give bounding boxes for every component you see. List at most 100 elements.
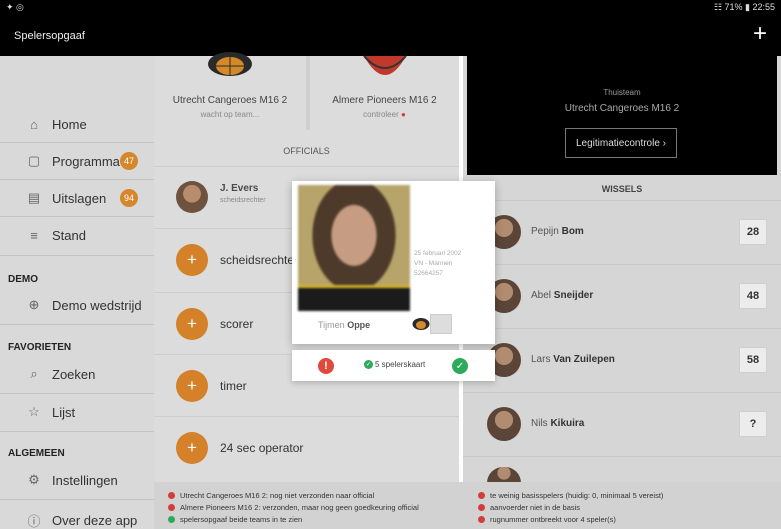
jersey-number[interactable]: 28 bbox=[739, 219, 767, 245]
player-shirt bbox=[298, 285, 410, 311]
message-text: aanvoerder niet in de basis bbox=[490, 503, 581, 512]
jersey-number[interactable]: 58 bbox=[739, 347, 767, 373]
list-item[interactable]: Abel Sneijder 48 bbox=[463, 264, 781, 327]
player-last-name: Bom bbox=[561, 226, 584, 237]
team-column: Thuisteam Utrecht Cangeroes M16 2 Legiti… bbox=[463, 56, 781, 529]
away-team-status-label: controleer bbox=[363, 110, 399, 119]
player-name: Lars Van Zuilepen bbox=[531, 354, 615, 365]
avatar bbox=[487, 407, 521, 441]
add-icon[interactable]: + bbox=[176, 244, 208, 276]
sidebar-item-stand[interactable]: ≡ Stand bbox=[0, 217, 154, 253]
reject-button[interactable]: ! bbox=[318, 358, 334, 374]
add-button[interactable]: + bbox=[753, 22, 767, 46]
status-bar: ✦ ◎ ☷ 71% ▮ 22:55 bbox=[0, 0, 781, 14]
player-last-name: Van Zuilepen bbox=[553, 354, 615, 365]
club-logo-icon bbox=[412, 318, 430, 330]
message-text: rugnummer ontbreekt voor 4 speler(s) bbox=[490, 515, 616, 524]
sidebar-item-zoeken[interactable]: ⌕ Zoeken bbox=[0, 356, 154, 392]
official-slot-label: 24 sec operator bbox=[220, 441, 304, 455]
id-check-button[interactable]: Legitimatiecontrole › bbox=[565, 128, 677, 158]
home-team-status: wacht op team... bbox=[200, 110, 260, 119]
substitutes-heading: WISSELS bbox=[601, 184, 643, 194]
info-icon: ⓘ bbox=[27, 513, 41, 529]
sidebar-item-home[interactable]: ⌂ Home bbox=[0, 106, 154, 142]
count-badge: 47 bbox=[120, 152, 138, 170]
validation-message: Utrecht Cangeroes M16 2: nog niet verzon… bbox=[168, 491, 374, 500]
validation-message: aanvoerder niet in de basis bbox=[478, 503, 580, 512]
section-favorites: FAVORIETEN bbox=[8, 342, 72, 353]
message-text: spelersopgaaf beide teams in te zien bbox=[180, 515, 303, 524]
list-item[interactable]: Nils Kikuira ? bbox=[463, 392, 781, 455]
add-circle-icon: ⊕ bbox=[28, 297, 40, 312]
message-text: Almere Pioneers M16 2: verzonden, maar n… bbox=[180, 503, 419, 512]
sidebar-item-label: Stand bbox=[52, 227, 86, 243]
away-team-card[interactable]: Almere Pioneers M16 2 controleer ● bbox=[310, 55, 459, 130]
official-row-24sec[interactable]: + 24 sec operator bbox=[154, 416, 459, 478]
sidebar-item-label: Instellingen bbox=[52, 472, 118, 488]
player-last-name: Sneijder bbox=[553, 290, 594, 301]
add-icon[interactable]: + bbox=[176, 308, 208, 340]
away-team-logo bbox=[363, 55, 407, 75]
list-item[interactable]: Lars Van Zuilepen 58 bbox=[463, 328, 781, 391]
validation-message: te weinig basisspelers (huidig: 0, minim… bbox=[478, 491, 663, 500]
official-slot-label: scorer bbox=[220, 317, 254, 331]
page-title: Spelersopgaaf bbox=[14, 30, 85, 42]
player-card-actions: ! ✓ 5 spelerskaart ✓ bbox=[292, 350, 495, 381]
jersey-number[interactable]: ? bbox=[739, 411, 767, 437]
add-icon[interactable]: + bbox=[176, 370, 208, 402]
sidebar-item-label: Programma bbox=[52, 153, 120, 169]
home-team-card[interactable]: Utrecht Cangeroes M16 2 wacht op team... bbox=[154, 52, 306, 130]
player-first-name: Nils bbox=[531, 418, 548, 429]
official-slot-label: scheidsrechter bbox=[220, 253, 299, 267]
sidebar-item-demo[interactable]: ⊕ Demo wedstrijd bbox=[0, 287, 154, 323]
sidebar-item-label: Lijst bbox=[52, 404, 76, 420]
official-slot-label: timer bbox=[220, 379, 247, 393]
sidebar-item-instellingen[interactable]: ⚙ Instellingen bbox=[0, 462, 154, 498]
home-team-panel: Thuisteam Utrecht Cangeroes M16 2 Legiti… bbox=[467, 56, 777, 175]
error-icon bbox=[168, 504, 175, 511]
sidebar: ⌂ Home ▢ Programma 47 ▤ Uitslagen 94 ≡ S… bbox=[0, 56, 154, 529]
extra-photo-slot[interactable] bbox=[430, 314, 452, 334]
message-text: Utrecht Cangeroes M16 2: nog niet verzon… bbox=[180, 491, 375, 500]
away-team-name: Almere Pioneers M16 2 bbox=[332, 95, 437, 106]
search-icon: ⌕ bbox=[30, 366, 38, 381]
player-license: 52664257 bbox=[414, 270, 443, 277]
officials-heading: OFFICIALS bbox=[283, 146, 330, 156]
sidebar-item-programma[interactable]: ▢ Programma 47 bbox=[0, 143, 154, 179]
home-team-name: Utrecht Cangeroes M16 2 bbox=[172, 95, 288, 106]
sidebar-item-label: Zoeken bbox=[52, 366, 96, 382]
section-demo: DEMO bbox=[8, 274, 38, 285]
player-name: Nils Kikuira bbox=[531, 418, 584, 429]
sidebar-item-over[interactable]: ⓘ Over deze app bbox=[0, 502, 154, 529]
card-status: ✓ 5 spelerskaart bbox=[364, 360, 425, 369]
add-icon[interactable]: + bbox=[176, 432, 208, 464]
avatar bbox=[487, 467, 521, 483]
player-details: 25 februari 2002 VN - Mannen 52664257 bbox=[414, 249, 492, 279]
list-item[interactable]: Pepijn Bom 28 bbox=[463, 200, 781, 263]
home-icon: ⌂ bbox=[30, 116, 38, 132]
card-status-label: 5 spelerskaart bbox=[375, 360, 426, 369]
player-name: Abel Sneijder bbox=[531, 290, 593, 301]
player-name: Tijmen Oppe bbox=[318, 320, 370, 330]
accept-button[interactable]: ✓ bbox=[452, 358, 468, 374]
sidebar-item-lijst[interactable]: ☆ Lijst bbox=[0, 394, 154, 430]
player-photo bbox=[298, 185, 410, 311]
divider bbox=[0, 431, 154, 432]
sidebar-item-label: Over deze app bbox=[52, 512, 138, 528]
error-icon bbox=[478, 504, 485, 511]
error-icon bbox=[168, 492, 175, 499]
sidebar-item-label: Demo wedstrijd bbox=[52, 297, 142, 313]
away-team-status: controleer ● bbox=[310, 110, 459, 119]
divider bbox=[0, 324, 154, 325]
avatar bbox=[176, 181, 208, 213]
warning-icon: ● bbox=[400, 110, 406, 119]
official-name: J. Evers bbox=[220, 183, 259, 194]
check-icon: ✓ bbox=[364, 360, 373, 369]
sidebar-item-uitslagen[interactable]: ▤ Uitslagen 94 bbox=[0, 180, 154, 216]
validation-message: spelersopgaaf beide teams in te zien bbox=[168, 515, 302, 524]
player-last-name: Kikuira bbox=[550, 418, 585, 429]
jersey-number[interactable]: 48 bbox=[739, 283, 767, 309]
error-icon bbox=[478, 492, 485, 499]
list-item[interactable] bbox=[463, 456, 781, 483]
player-name: Pepijn Bom bbox=[531, 226, 584, 237]
